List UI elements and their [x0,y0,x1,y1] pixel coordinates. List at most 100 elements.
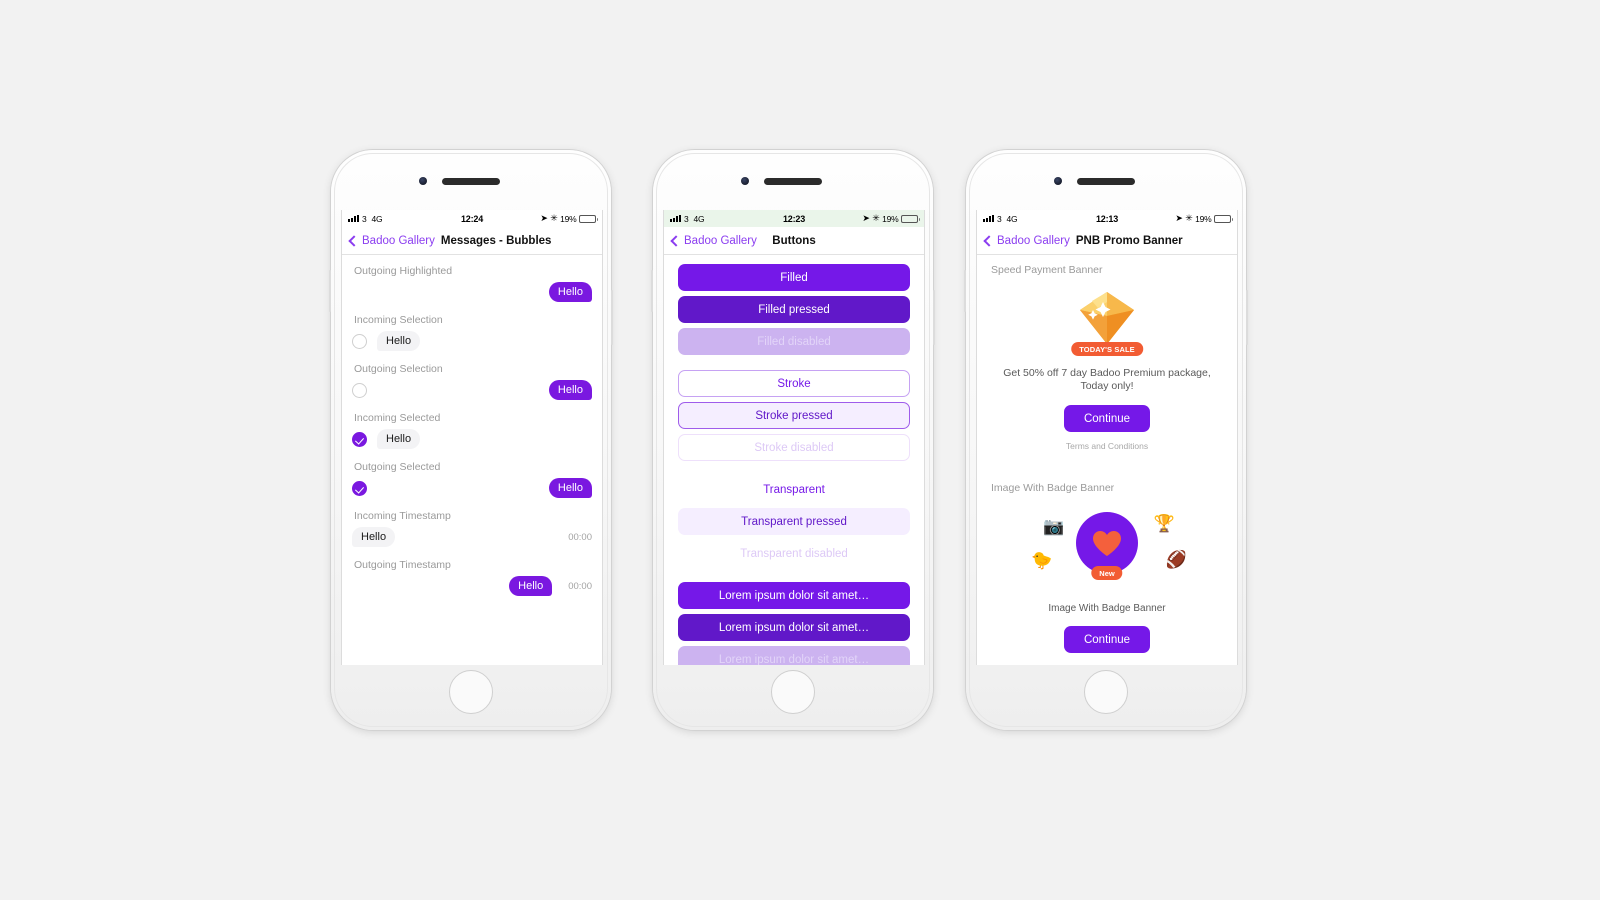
terms-and-conditions-link[interactable]: Terms and Conditions [991,441,1223,451]
message-row[interactable]: Hello [352,427,592,451]
continue-button[interactable]: Continue [1064,626,1150,654]
speed-payment-content: TODAY'S SALE Get 50% off 7 day Badoo Pre… [991,288,1223,451]
button-stroke-disabled: Stroke disabled [678,434,910,461]
button-gallery-list: Filled Filled pressed Filled disabled St… [664,255,924,665]
incoming-bubble[interactable]: Hello [377,331,421,351]
new-badge: New [1091,566,1123,581]
chevron-left-icon [983,234,995,247]
battery-icon [901,214,920,223]
status-bar: 3 4G 12:13 ➤ ✳ 19% [977,210,1237,227]
earpiece-speaker [764,178,822,185]
camera-icon: 📷 [1043,517,1065,537]
home-button[interactable] [449,670,493,714]
sale-badge: TODAY'S SALE [1071,342,1143,356]
phone-device-promo: 3 4G 12:13 ➤ ✳ 19% Badoo Gallery PNB Pro… [964,150,1248,730]
football-icon: 🏈 [1165,550,1187,570]
outgoing-bubble[interactable]: Hello [548,282,592,302]
message-row[interactable]: Hello [352,329,592,353]
status-clock: 12:13 [1095,213,1119,224]
front-camera-icon [741,177,749,185]
back-button[interactable]: Badoo Gallery [670,234,757,247]
outgoing-bubble[interactable]: Hello [509,576,553,596]
messages-list: Outgoing Highlighted Hello Incoming Sele… [342,265,602,598]
location-arrow-icon: ➤ [862,213,870,223]
section-label-outgoing-selection: Outgoing Selection [354,363,443,375]
selection-radio[interactable] [352,382,367,398]
message-row[interactable]: Hello [352,378,592,402]
page-title: PNB Promo Banner [1075,234,1183,247]
messages-scroll-area[interactable]: Outgoing Highlighted Hello Incoming Sele… [342,255,602,665]
promo-description: Get 50% off 7 day Badoo Premium package,… [1003,367,1211,393]
message-row[interactable]: Hello [352,280,592,304]
image-badge-banner: Image With Badge Banner 📷 🐤 🏆 🏈 New Imag… [977,473,1237,654]
phone-device-buttons: 3 4G 12:23 ➤ ✳ 19% Badoo Gallery Buttons [651,150,935,730]
selection-radio[interactable] [352,333,367,349]
button-transparent[interactable]: Transparent [678,476,910,503]
page-title: Messages - Bubbles [440,234,552,247]
navigation-bar: Badoo Gallery Messages - Bubbles [342,227,602,255]
front-camera-icon [419,177,427,185]
outgoing-bubble[interactable]: Hello [548,478,592,498]
heart-icon [1093,530,1121,556]
back-button-label: Badoo Gallery [684,234,757,247]
button-filled-disabled: Filled disabled [678,328,910,355]
section-label-incoming-timestamp: Incoming Timestamp [354,510,451,522]
section-label-incoming-selected: Incoming Selected [354,412,441,424]
promo-scroll-area[interactable]: Speed Payment Banner TODAY'S SALE Get 50… [977,255,1237,665]
status-clock: 12:23 [782,213,806,224]
home-button[interactable] [1084,670,1128,714]
earpiece-speaker [442,178,500,185]
duck-icon: 🐤 [1031,551,1053,571]
badge-banner-caption: Image With Badge Banner [1048,603,1166,615]
incoming-bubble[interactable]: Hello [377,429,421,449]
gem-icon: TODAY'S SALE [1062,288,1152,356]
chevron-left-icon [670,234,682,247]
button-stroke[interactable]: Stroke [678,370,910,397]
status-clock: 12:24 [460,213,484,224]
screen-promo: 3 4G 12:13 ➤ ✳ 19% Badoo Gallery PNB Pro… [976,210,1238,665]
badge-circle [1076,512,1138,575]
phone-device-messages: 3 4G 12:24 ➤ ✳ 19% Badoo Gallery Message… [329,150,613,730]
buttons-scroll-area[interactable]: Filled Filled pressed Filled disabled St… [664,255,924,665]
section-label-speed-payment: Speed Payment Banner [991,264,1103,276]
badge-artwork: 📷 🐤 🏆 🏈 New [1027,504,1187,599]
home-button[interactable] [771,670,815,714]
location-arrow-icon: ➤ [1175,213,1183,223]
message-timestamp: 00:00 [568,580,592,592]
button-filled[interactable]: Filled [678,264,910,291]
selection-radio-checked[interactable] [352,480,367,496]
button-transparent-pressed[interactable]: Transparent pressed [678,508,910,535]
back-button-label: Badoo Gallery [997,234,1070,247]
outgoing-bubble[interactable]: Hello [548,380,592,400]
button-filled-pressed[interactable]: Filled pressed [678,296,910,323]
back-button-label: Badoo Gallery [362,234,435,247]
section-label-outgoing-timestamp: Outgoing Timestamp [354,559,451,571]
status-bar: 3 4G 12:24 ➤ ✳ 19% [342,210,602,227]
message-row[interactable]: Hello [352,476,592,500]
message-row[interactable]: Hello 00:00 [352,525,592,549]
status-bar: 3 4G 12:23 ➤ ✳ 19% [664,210,924,227]
selection-radio-checked[interactable] [352,431,367,447]
continue-button[interactable]: Continue [1064,405,1150,433]
button-lorem-filled-disabled: Lorem ipsum dolor sit amet… [678,646,910,665]
navigation-bar: Badoo Gallery PNB Promo Banner [977,227,1237,255]
screenshot-stage: 3 4G 12:24 ➤ ✳ 19% Badoo Gallery Message… [0,0,1600,900]
section-label-image-badge: Image With Badge Banner [991,482,1115,495]
speed-payment-banner: Speed Payment Banner TODAY'S SALE Get 50… [977,255,1237,451]
earpiece-speaker [1077,178,1135,185]
back-button[interactable]: Badoo Gallery [348,234,435,247]
section-label-incoming-selection: Incoming Selection [354,314,443,326]
section-label-outgoing-highlighted: Outgoing Highlighted [354,265,453,277]
section-label-outgoing-selected: Outgoing Selected [354,461,441,473]
button-lorem-filled-pressed[interactable]: Lorem ipsum dolor sit amet… [678,614,910,641]
message-row[interactable]: Hello 00:00 [352,574,592,598]
back-button[interactable]: Badoo Gallery [983,234,1070,247]
chevron-left-icon [348,234,360,247]
button-lorem-filled[interactable]: Lorem ipsum dolor sit amet… [678,582,910,609]
button-stroke-pressed[interactable]: Stroke pressed [678,402,910,429]
incoming-bubble[interactable]: Hello [352,527,396,547]
battery-icon [579,214,598,223]
screen-messages: 3 4G 12:24 ➤ ✳ 19% Badoo Gallery Message… [341,210,603,665]
